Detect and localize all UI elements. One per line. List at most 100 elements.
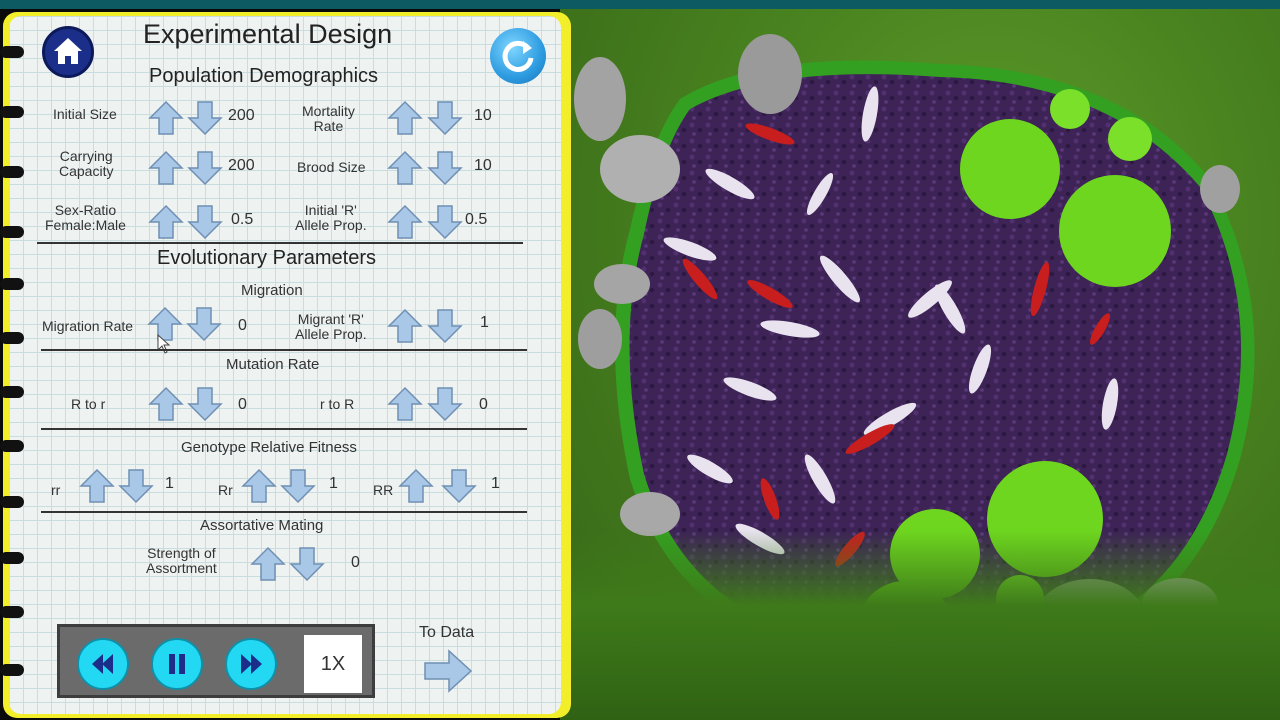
pause-icon: [169, 654, 185, 674]
rewind-icon: [92, 654, 113, 674]
down-arrow-icon: [427, 387, 463, 422]
pause-button[interactable]: [151, 638, 203, 690]
small-r-to-big-r-label: r to R: [320, 396, 355, 412]
mortality-rate-up-arrow[interactable]: [387, 100, 423, 136]
pond-scene: [560, 9, 1280, 720]
binder-ring: [0, 332, 24, 344]
up-arrow-icon: [148, 204, 184, 239]
binder-ring: [0, 278, 24, 290]
brood-size-down-arrow[interactable]: [427, 150, 463, 186]
binder-ring: [0, 664, 24, 676]
fitness-rr-label: rr: [51, 482, 61, 498]
population-heading: Population Demographics: [149, 65, 379, 87]
down-arrow-icon: [441, 469, 477, 504]
experimental-design-panel: Experimental Design Population Demograph…: [9, 16, 561, 714]
home-icon: [54, 38, 82, 64]
binder-ring: [0, 386, 24, 398]
initial-size-up-arrow[interactable]: [148, 100, 184, 136]
small-r-to-big-r-down-arrow[interactable]: [427, 386, 463, 422]
big-r-to-small-r-label: R to r: [71, 396, 106, 412]
up-arrow-icon: [250, 546, 286, 581]
fitness-Rr-down-arrow[interactable]: [280, 468, 316, 504]
down-arrow-icon: [427, 205, 463, 240]
migrant-r-allele-value: 1: [480, 314, 489, 331]
big-r-to-small-r-down-arrow[interactable]: [187, 386, 223, 422]
carrying-capacity-down-arrow[interactable]: [187, 150, 223, 186]
right-arrow-icon: [424, 649, 473, 693]
brood-size-up-arrow[interactable]: [387, 150, 423, 186]
migrant-r-allele-label: Migrant 'R' Allele Prop.: [295, 311, 367, 342]
initial-r-allele-up-arrow[interactable]: [387, 204, 423, 240]
binder-ring: [0, 106, 24, 118]
fitness-RR-value: 1: [491, 475, 500, 492]
fitness-RR-label: RR: [373, 482, 394, 498]
fitness-RR-down-arrow[interactable]: [441, 468, 477, 504]
sex-ratio-value: 0.5: [231, 211, 254, 228]
fitness-rr-value: 1: [165, 475, 174, 492]
binder-ring: [0, 226, 24, 238]
panel-title: Experimental Design: [143, 19, 393, 49]
sex-ratio-up-arrow[interactable]: [148, 204, 184, 240]
sex-ratio-label: Sex-Ratio Female:Male: [45, 202, 126, 233]
rewind-button[interactable]: [77, 638, 129, 690]
down-arrow-icon: [187, 205, 223, 240]
fitness-RR-up-arrow[interactable]: [398, 468, 434, 504]
fitness-Rr-up-arrow[interactable]: [241, 468, 277, 504]
refresh-button[interactable]: [490, 28, 546, 84]
speed-display[interactable]: 1X: [304, 635, 362, 693]
assortment-down-arrow[interactable]: [289, 546, 325, 582]
up-arrow-icon: [148, 386, 184, 421]
fast-forward-button[interactable]: [225, 638, 277, 690]
binder-ring: [0, 606, 24, 618]
big-r-to-small-r-value: 0: [238, 396, 247, 413]
down-arrow-icon: [186, 307, 222, 342]
fitness-Rr-value: 1: [329, 475, 338, 492]
down-arrow-icon: [427, 309, 463, 344]
up-arrow-icon: [79, 468, 115, 503]
carrying-capacity-up-arrow[interactable]: [148, 150, 184, 186]
initial-size-down-arrow[interactable]: [187, 100, 223, 136]
down-arrow-icon: [187, 151, 223, 186]
carrying-capacity-label: Carrying Capacity: [59, 148, 114, 179]
mortality-rate-label: Mortality Rate: [302, 103, 355, 134]
carrying-capacity-value: 200: [228, 157, 255, 174]
home-button[interactable]: [42, 26, 94, 78]
top-bar: [0, 0, 1280, 9]
initial-r-allele-down-arrow[interactable]: [427, 204, 463, 240]
fitness-rr-up-arrow[interactable]: [79, 468, 115, 504]
mutation-heading: Mutation Rate: [226, 356, 320, 373]
down-arrow-icon: [187, 101, 223, 136]
brood-size-value: 10: [474, 157, 492, 174]
fitness-Rr-label: Rr: [218, 482, 233, 498]
binder-ring: [0, 440, 24, 452]
to-data-button[interactable]: [423, 648, 473, 694]
down-arrow-icon: [280, 469, 316, 504]
initial-r-allele-value: 0.5: [465, 211, 488, 228]
up-arrow-icon: [148, 100, 184, 135]
down-arrow-icon: [289, 547, 325, 582]
up-arrow-icon: [387, 204, 423, 239]
small-r-to-big-r-value: 0: [479, 396, 488, 413]
migration-rate-down-arrow[interactable]: [186, 306, 222, 342]
migrant-r-allele-down-arrow[interactable]: [427, 308, 463, 344]
initial-size-value: 200: [228, 107, 255, 124]
assortment-up-arrow[interactable]: [250, 546, 286, 582]
migration-rate-label: Migration Rate: [42, 318, 134, 334]
small-r-to-big-r-up-arrow[interactable]: [387, 386, 423, 422]
binder-ring: [0, 166, 24, 178]
binder-ring: [0, 496, 24, 508]
big-r-to-small-r-up-arrow[interactable]: [148, 386, 184, 422]
initial-r-allele-label: Initial 'R' Allele Prop.: [295, 202, 367, 233]
assortment-value: 0: [351, 554, 360, 571]
section-divider: [37, 242, 523, 244]
down-arrow-icon: [427, 151, 463, 186]
up-arrow-icon: [387, 386, 423, 421]
fitness-rr-down-arrow[interactable]: [118, 468, 154, 504]
down-arrow-icon: [187, 387, 223, 422]
mortality-rate-down-arrow[interactable]: [427, 100, 463, 136]
migrant-r-allele-up-arrow[interactable]: [387, 308, 423, 344]
migration-heading: Migration: [241, 282, 303, 299]
sex-ratio-down-arrow[interactable]: [187, 204, 223, 240]
up-arrow-icon: [398, 468, 434, 503]
down-arrow-icon: [427, 101, 463, 136]
